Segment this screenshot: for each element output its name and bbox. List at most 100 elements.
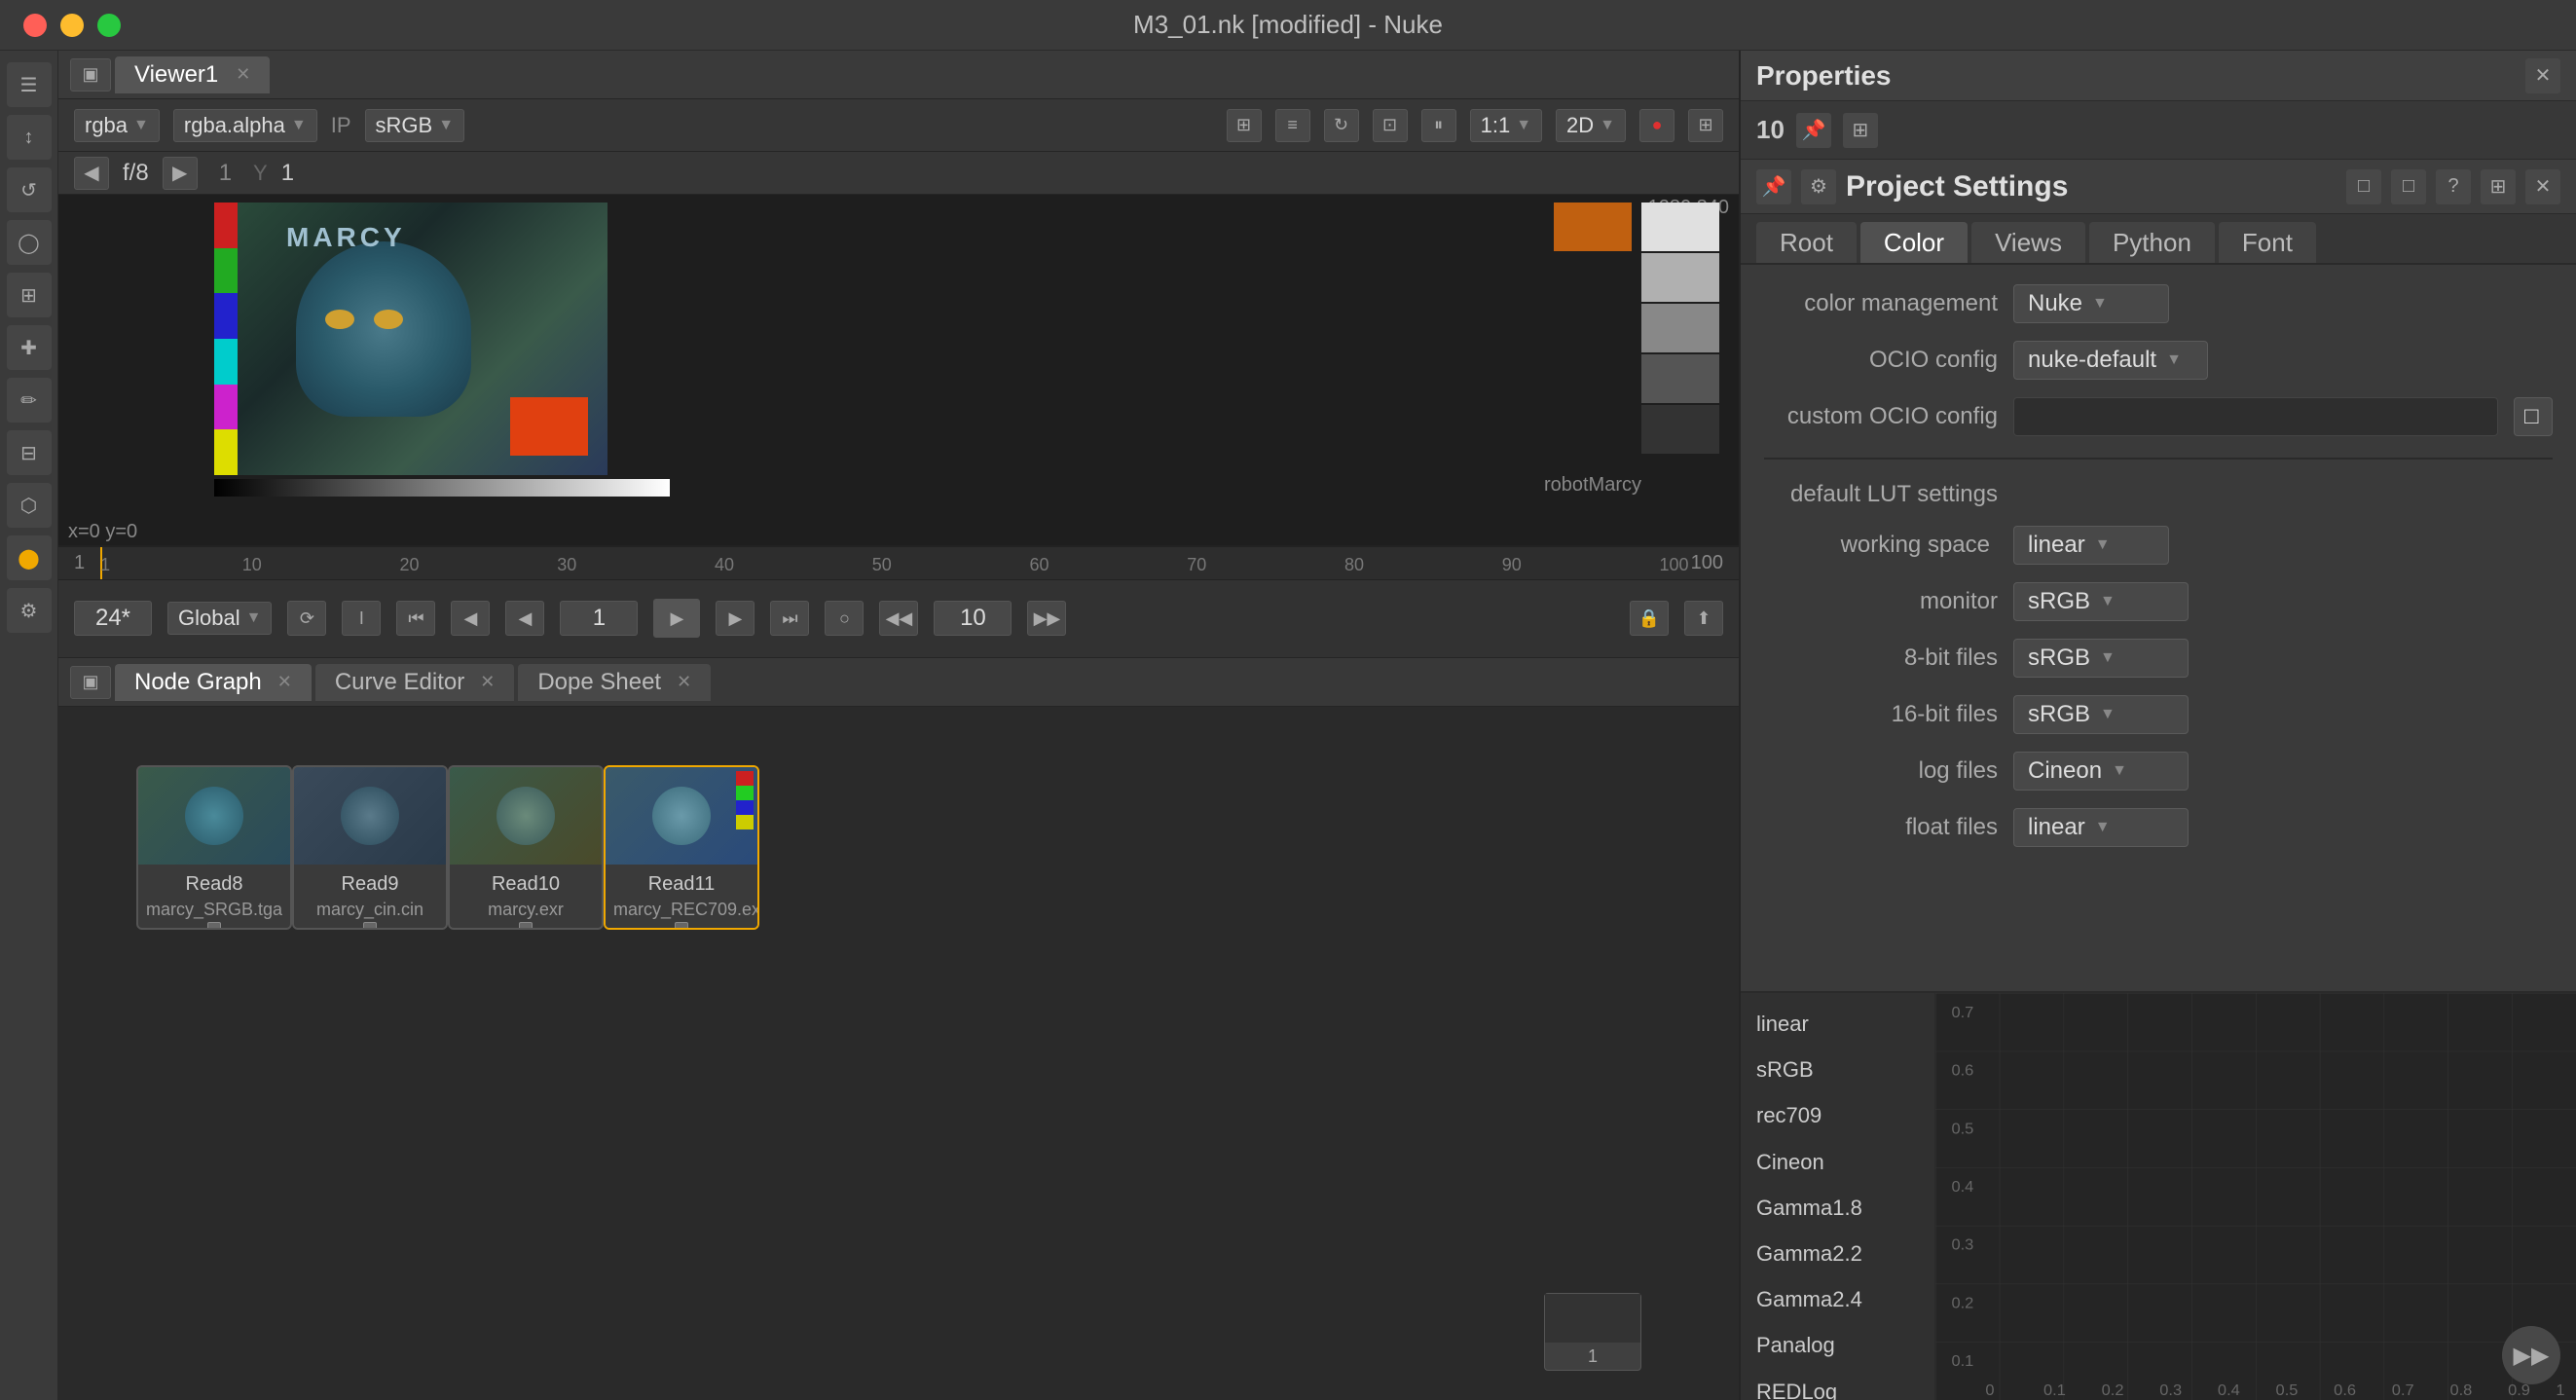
tab-font[interactable]: Font <box>2219 222 2316 263</box>
cs-panalog[interactable]: Panalog <box>1741 1322 1934 1368</box>
tab-node-graph[interactable]: Node Graph ✕ <box>115 664 312 701</box>
tool-layers2[interactable]: ⊟ <box>7 430 52 475</box>
tool-layers[interactable]: ⊞ <box>7 273 52 317</box>
tool-settings[interactable]: ⚙ <box>7 588 52 633</box>
viewer-tab-1[interactable]: Viewer1 ✕ <box>115 56 270 93</box>
playback-mode-select[interactable]: Global ▼ <box>167 602 272 635</box>
curve-graph[interactable]: 0.7 0.6 0.5 0.4 0.3 0.2 0.1 0 0.1 0.2 0.… <box>1935 993 2576 1400</box>
node-read9[interactable]: Read9 marcy_cin.cin <box>292 765 448 930</box>
viewer-crop-btn[interactable]: ⊡ <box>1373 109 1408 142</box>
maximize-button[interactable] <box>97 14 121 37</box>
tab-views[interactable]: Views <box>1971 222 2085 263</box>
play-btn[interactable]: ▶ <box>653 599 700 638</box>
curve-editor-close[interactable]: ✕ <box>480 672 495 692</box>
custom-ocio-browse[interactable]: □ <box>2514 397 2553 436</box>
tool-circle[interactable]: ◯ <box>7 220 52 265</box>
cs-cineon[interactable]: Cineon <box>1741 1139 1934 1185</box>
viewer-settings-btn[interactable]: ⊞ <box>1688 109 1723 142</box>
tool-plus[interactable]: ✚ <box>7 325 52 370</box>
cs-gamma24[interactable]: Gamma2.4 <box>1741 1276 1934 1322</box>
viewer-refresh-btn[interactable]: ↻ <box>1324 109 1359 142</box>
viewer-panel-icon[interactable]: ▣ <box>70 58 111 92</box>
prev-frame-btn[interactable]: ◀ <box>74 157 109 190</box>
next-frame-btn[interactable]: ▶ <box>163 157 198 190</box>
viewer-color-btn[interactable]: ● <box>1639 109 1674 142</box>
tool-rotate[interactable]: ↺ <box>7 167 52 212</box>
dope-sheet-close[interactable]: ✕ <box>677 672 691 692</box>
tool-color-wheel[interactable]: ⬤ <box>7 535 52 580</box>
node-read8[interactable]: Read8 marcy_SRGB.tga <box>136 765 292 930</box>
tab-curve-editor[interactable]: Curve Editor ✕ <box>315 664 514 701</box>
sync-btn[interactable]: ⟳ <box>287 601 326 636</box>
fwd-step-btn[interactable]: ▶▶ <box>1027 601 1066 636</box>
viewer-pause-btn[interactable]: ⏸ <box>1421 109 1456 142</box>
custom-ocio-input[interactable] <box>2013 397 2498 436</box>
node-graph-canvas[interactable]: Read8 marcy_SRGB.tga Read9 marcy_cin.cin <box>58 707 1739 1400</box>
colorspace-select[interactable]: sRGB ▼ <box>365 109 465 142</box>
node-small[interactable]: 1 <box>1544 1293 1641 1371</box>
channels-select[interactable]: rgba ▼ <box>74 109 160 142</box>
skip-end-btn[interactable]: ⏭ <box>770 601 809 636</box>
float-btn[interactable]: ⊞ <box>1843 113 1878 148</box>
export-btn[interactable]: ⬆ <box>1684 601 1723 636</box>
bit8-select[interactable]: sRGB ▼ <box>2013 639 2189 678</box>
viewer-list-btn[interactable]: ≡ <box>1275 109 1310 142</box>
node-read11-out[interactable] <box>675 922 688 930</box>
panel-icon[interactable]: ▣ <box>70 666 111 699</box>
view-mode-select[interactable]: 2D ▼ <box>1556 109 1626 142</box>
colorspace-list[interactable]: linear sRGB rec709 Cineon Gamma1.8 Gamma… <box>1741 993 1935 1400</box>
step-btn[interactable]: ▶ <box>716 601 754 636</box>
tab-python[interactable]: Python <box>2089 222 2215 263</box>
tool-menu[interactable]: ☰ <box>7 62 52 107</box>
tool-transform[interactable]: ↕ <box>7 115 52 160</box>
viewer-tab-close[interactable]: ✕ <box>236 64 250 85</box>
viewer-canvas[interactable]: 1280,840 MARCY <box>58 195 1739 545</box>
tab-root[interactable]: Root <box>1756 222 1857 263</box>
ps-camera-btn[interactable]: □ <box>2346 169 2381 204</box>
node-graph-close[interactable]: ✕ <box>277 672 292 692</box>
cs-srgb[interactable]: sRGB <box>1741 1047 1934 1092</box>
back-btn[interactable]: ◀ <box>505 601 544 636</box>
node-read8-out[interactable] <box>207 922 221 930</box>
tab-color[interactable]: Color <box>1860 222 1968 263</box>
cs-linear[interactable]: linear <box>1741 1001 1934 1047</box>
prev-btn[interactable]: ◀ <box>451 601 490 636</box>
node-read10[interactable]: Read10 marcy.exr <box>448 765 604 930</box>
tool-pencil[interactable]: ✏ <box>7 378 52 423</box>
node-read10-out[interactable] <box>519 922 533 930</box>
fps-display[interactable]: 24* <box>74 601 152 636</box>
ocio-config-select[interactable]: nuke-default ▼ <box>2013 341 2208 380</box>
node-read9-out[interactable] <box>363 922 377 930</box>
ps-float-btn[interactable]: ⊞ <box>2481 169 2516 204</box>
cs-gamma22[interactable]: Gamma2.2 <box>1741 1231 1934 1276</box>
cs-gamma18[interactable]: Gamma1.8 <box>1741 1185 1934 1231</box>
back-step-btn[interactable]: ◀◀ <box>879 601 918 636</box>
loop-btn[interactable]: ○ <box>825 601 864 636</box>
log-files-select[interactable]: Cineon ▼ <box>2013 752 2189 791</box>
props-close-btn[interactable]: ✕ <box>2525 58 2560 93</box>
tool-stamp[interactable]: ⬡ <box>7 483 52 528</box>
monitor-select[interactable]: sRGB ▼ <box>2013 582 2189 621</box>
skip-start-btn[interactable]: ⏮ <box>396 601 435 636</box>
ps-info-btn[interactable]: ⚙ <box>1801 169 1836 204</box>
lock-btn[interactable]: 🔒 <box>1630 601 1669 636</box>
mark-in-btn[interactable]: I <box>342 601 381 636</box>
node-read11[interactable]: Read11 marcy_REC709.ex <box>604 765 759 930</box>
float-files-select[interactable]: linear ▼ <box>2013 808 2189 847</box>
channel-mode-select[interactable]: rgba.alpha ▼ <box>173 109 317 142</box>
tab-dope-sheet[interactable]: Dope Sheet ✕ <box>518 664 711 701</box>
ps-frame-btn[interactable]: □ <box>2391 169 2426 204</box>
ps-close-btn[interactable]: ✕ <box>2525 169 2560 204</box>
close-button[interactable] <box>23 14 47 37</box>
working-space-select[interactable]: linear ▼ <box>2013 526 2169 565</box>
minimize-button[interactable] <box>60 14 84 37</box>
ps-pin-btn[interactable]: 📌 <box>1756 169 1791 204</box>
bit16-select[interactable]: sRGB ▼ <box>2013 695 2189 734</box>
curve-play-btn[interactable]: ▶▶ <box>2502 1326 2560 1384</box>
color-mgmt-select[interactable]: Nuke ▼ <box>2013 284 2169 323</box>
viewer-fit-btn[interactable]: ⊞ <box>1227 109 1262 142</box>
current-frame[interactable]: 1 <box>560 601 638 636</box>
cs-rec709[interactable]: rec709 <box>1741 1092 1934 1138</box>
ps-help-btn[interactable]: ? <box>2436 169 2471 204</box>
step-size[interactable]: 10 <box>934 601 1012 636</box>
